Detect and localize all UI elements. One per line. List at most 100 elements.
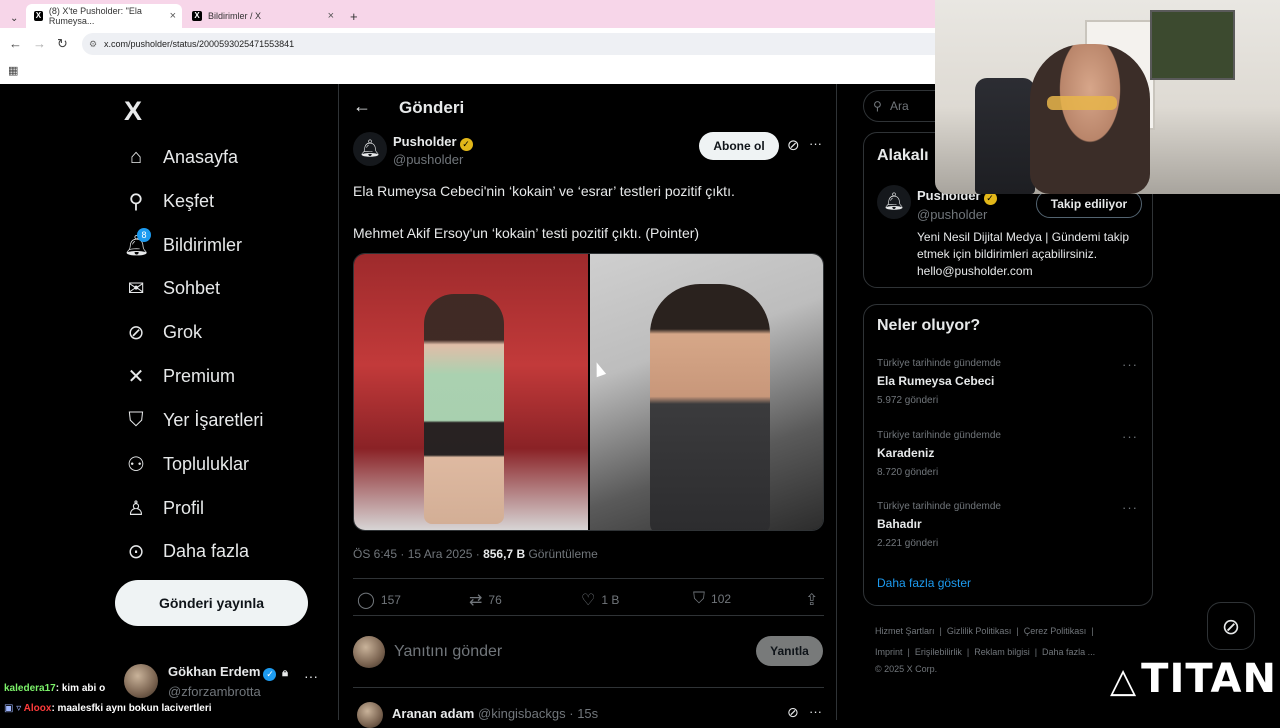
nav-label: Profil [163, 497, 205, 518]
grok-icon[interactable]: ⊘ [787, 704, 799, 721]
avatar [353, 636, 385, 668]
profile-icon: ♙ [127, 497, 145, 520]
post-button[interactable]: Gönderi yayınla [115, 580, 308, 626]
reply-action[interactable]: ◯ 157 [357, 590, 401, 610]
nav-explore[interactable]: ⚲ Keşfet [124, 186, 214, 216]
bookmark-action[interactable]: ⛉ 102 [693, 590, 731, 608]
nav-bookmarks[interactable]: ⛉ Yer İşaretleri [124, 405, 264, 435]
more-icon[interactable]: ··· [809, 136, 822, 151]
site-info-icon[interactable]: ⚙ [89, 33, 97, 55]
author-avatar[interactable]: 🔔︎ [353, 132, 387, 166]
back-icon[interactable]: ← [9, 36, 22, 51]
media-image-2[interactable] [590, 254, 823, 530]
copyright: © 2025 X Corp. [875, 664, 938, 674]
address-bar[interactable]: ⚙ x.com/pusholder/status/200059302547155… [82, 33, 952, 55]
nav-grok[interactable]: ⊘ Grok [124, 317, 202, 347]
x-logo-icon[interactable]: X [124, 96, 142, 127]
author-handle[interactable]: @pusholder [393, 152, 463, 167]
related-bio: Yeni Nesil Dijital Medya | Gündemi takip… [917, 230, 1130, 278]
related-avatar[interactable]: 🔔︎ [877, 185, 911, 219]
nav-profile[interactable]: ♙ Profil [124, 493, 204, 523]
nav-more[interactable]: ⊙ Daha fazla [124, 536, 249, 566]
post-media[interactable] [353, 253, 824, 531]
footer-links-1[interactable]: Hizmet Şartları | Gizlilik Politikası | … [875, 626, 1094, 636]
trend-name: Karadeniz [877, 446, 935, 460]
back-arrow-icon[interactable]: ← [353, 96, 371, 117]
post-time: ÖS 6:45 · 15 Ara 2025 · [353, 547, 484, 561]
divider [353, 578, 824, 579]
home-icon: ⌂ [129, 145, 143, 168]
bell-icon: 🔔︎ [883, 192, 905, 211]
nav-label: Premium [163, 365, 236, 386]
account-name: Gökhan Erdem [168, 664, 261, 679]
account-name-row: Gökhan Erdem ✓ 🔒︎ [168, 664, 288, 681]
reply-input[interactable]: Yanıtını gönder [394, 643, 502, 661]
close-icon[interactable]: × [170, 10, 176, 22]
reply-author-handle: @kingisbackgs [478, 706, 566, 721]
like-count: 1 B [601, 593, 620, 607]
repost-action[interactable]: ⇄ 76 [469, 590, 502, 610]
trend-count: 2.221 gönderi [877, 538, 939, 549]
grok-icon: ⊘ [127, 321, 145, 344]
image-figure [650, 284, 770, 530]
reply-author-name: Aranan adam [392, 706, 475, 721]
nav-notifications[interactable]: 🔔︎ 8 Bildirimler [124, 228, 243, 260]
close-icon[interactable]: × [328, 10, 334, 22]
mail-icon: ✉ [127, 277, 145, 300]
left-navigation: X ⌂ Anasayfa ⚲ Keşfet 🔔︎ 8 Bildirimler ✉… [0, 84, 338, 720]
reload-icon[interactable]: ↻ [57, 36, 68, 52]
more-icon[interactable]: ··· [1122, 429, 1138, 444]
nav-communities[interactable]: ⚇ Topluluklar [124, 449, 249, 479]
repost-count: 76 [488, 593, 502, 607]
show-more-link[interactable]: Daha fazla göster [877, 576, 971, 590]
more-icon[interactable]: ··· [809, 704, 822, 719]
nav-premium[interactable]: ✕ Premium [124, 361, 235, 391]
lock-icon: 🔒︎ [282, 667, 288, 679]
media-image-1[interactable] [354, 254, 588, 530]
tab-notifications[interactable]: X Bildirimler / X × [184, 4, 340, 28]
nav-messages[interactable]: ✉ Sohbet [124, 273, 220, 303]
subscribe-button[interactable]: Abone ol [699, 132, 779, 160]
nav-label: Bildirimler [163, 234, 243, 255]
related-handle[interactable]: @pusholder [917, 207, 987, 222]
chat-text: : kim abi o [55, 683, 106, 694]
post-text-line-2: Mehmet Akif Ersoy'un ‘kokain’ testi pozi… [353, 225, 700, 241]
divider [353, 687, 824, 688]
repost-icon: ⇄ [469, 592, 483, 609]
views-label: Görüntüleme [525, 547, 598, 561]
more-icon[interactable]: ··· [1122, 357, 1138, 372]
grok-icon: ⊘ [1221, 614, 1241, 639]
chat-user: kaledera17 [4, 683, 56, 694]
trend-name: Bahadır [877, 517, 922, 531]
bell-icon: 🔔︎ [359, 139, 381, 158]
nav-home[interactable]: ⌂ Anasayfa [124, 142, 238, 172]
tab-list-button[interactable]: ⌄ [2, 6, 26, 30]
webcam-board [1150, 10, 1235, 80]
trend-context: Türkiye tarihinde gündemde [877, 430, 1001, 441]
grok-icon[interactable]: ⊘ [787, 136, 800, 154]
more-icon[interactable]: ··· [1122, 500, 1138, 515]
divider [353, 615, 824, 616]
tab-active[interactable]: X (8) X'te Pusholder: "Ela Rumeysa... × [26, 4, 182, 28]
apps-grid-icon[interactable]: ▦ [8, 64, 18, 77]
reply-button[interactable]: Yanıtla [756, 636, 823, 666]
reply-count: 157 [380, 593, 401, 607]
bookmark-count: 102 [711, 592, 732, 606]
following-button[interactable]: Takip ediliyor [1036, 190, 1142, 218]
author-name: Pusholder [393, 134, 457, 149]
author-name-row[interactable]: Pusholder ✓ [393, 134, 473, 151]
share-action[interactable]: ⇪ [805, 590, 824, 610]
grok-floating-button[interactable]: ⊘ [1207, 602, 1255, 650]
new-tab-button[interactable]: + [342, 4, 366, 28]
footer-links-2[interactable]: Imprint | Erişilebilirlik | Reklam bilgi… [875, 647, 1095, 657]
titan-logo: △ TITAN [1110, 656, 1277, 702]
webcam-person [1030, 44, 1150, 194]
avatar [357, 702, 383, 728]
webcam-overlay [935, 0, 1280, 194]
trend-context: Türkiye tarihinde gündemde [877, 501, 1001, 512]
like-action[interactable]: ♡ 1 B [581, 590, 619, 610]
forward-icon[interactable]: → [33, 36, 46, 51]
chat-user: Aloox [23, 703, 52, 714]
more-circle-icon: ⊙ [127, 540, 145, 563]
reply-time: · 15s [569, 706, 599, 721]
